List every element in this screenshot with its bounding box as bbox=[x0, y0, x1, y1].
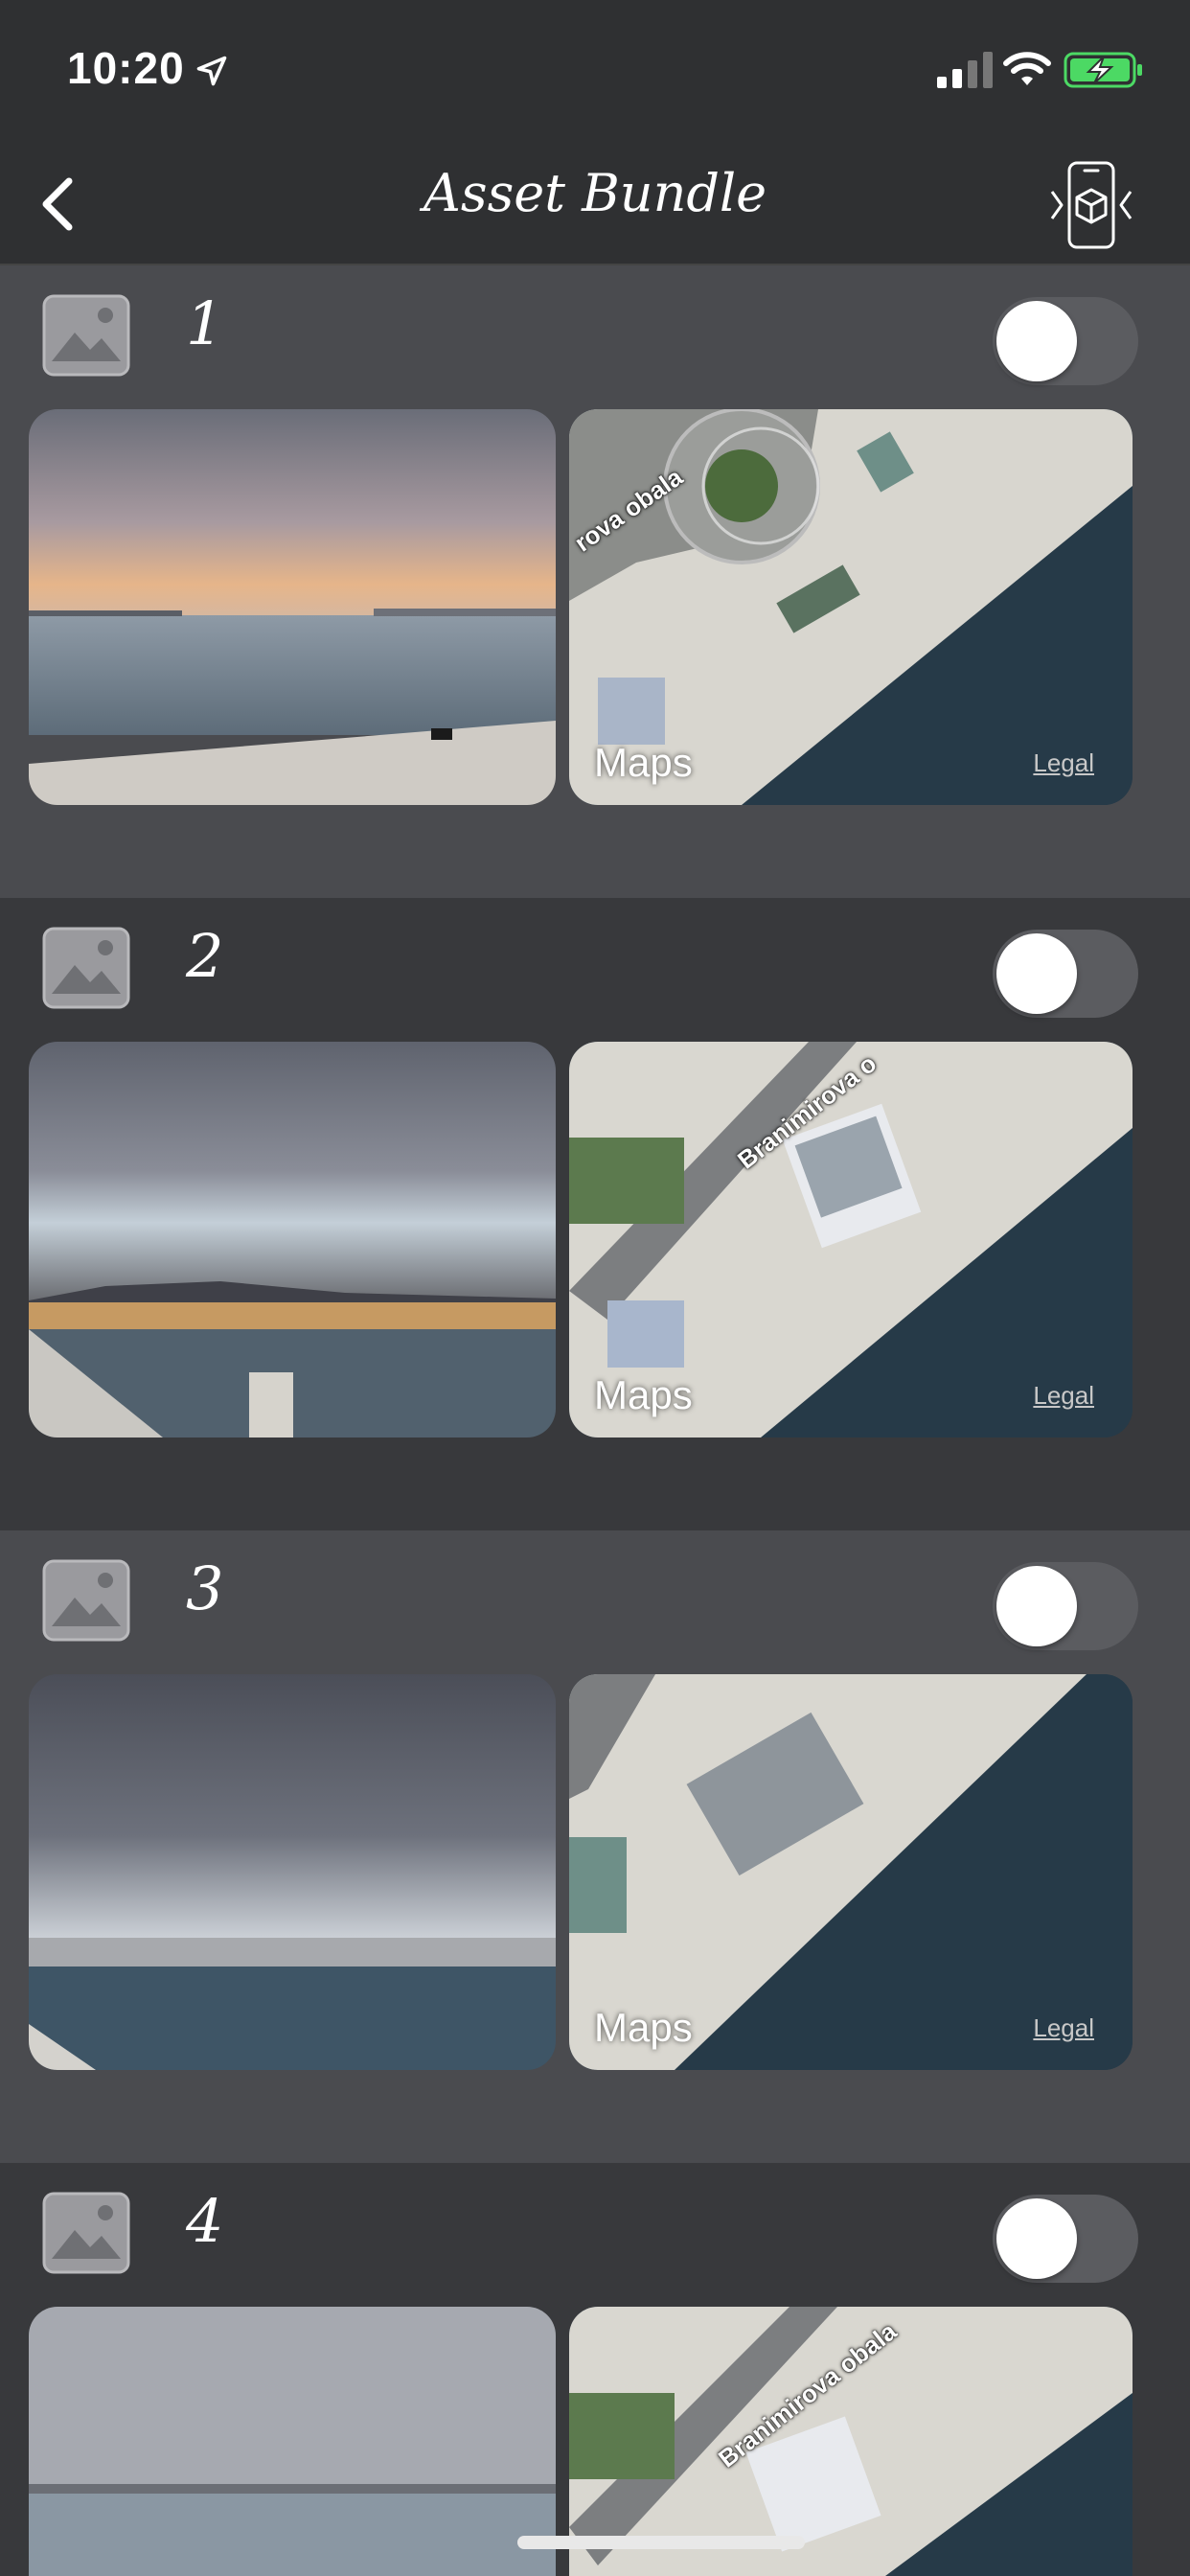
status-bar: 10:20 bbox=[0, 0, 1190, 144]
wifi-icon bbox=[1003, 52, 1051, 85]
sunset-photo-image bbox=[29, 409, 556, 805]
ar-phone-cube-icon[interactable] bbox=[1048, 157, 1134, 253]
maps-brand-text: Maps bbox=[594, 1372, 693, 1417]
asset-photo[interactable] bbox=[29, 1042, 556, 1438]
photo-placeholder-icon bbox=[42, 294, 130, 377]
enable-toggle[interactable] bbox=[993, 297, 1138, 385]
location-map[interactable]: Maps Legal bbox=[569, 1674, 1133, 2070]
cloudy-harbor-photo-image bbox=[29, 1674, 556, 2070]
legal-link[interactable]: Legal bbox=[1033, 748, 1094, 778]
navigation-bar: Asset Bundle bbox=[0, 144, 1190, 265]
maps-brand-text: Maps bbox=[594, 2005, 693, 2050]
overcast-marina-photo-image bbox=[29, 2307, 556, 2576]
skyline-photo-image bbox=[29, 1042, 556, 1438]
enable-toggle[interactable] bbox=[993, 930, 1138, 1018]
legal-link[interactable]: Legal bbox=[1033, 1381, 1094, 1411]
toggle-knob bbox=[996, 933, 1077, 1014]
toggle-knob bbox=[996, 301, 1077, 381]
enable-toggle[interactable] bbox=[993, 1562, 1138, 1650]
asset-photo[interactable] bbox=[29, 1674, 556, 2070]
page-title: Asset Bundle bbox=[423, 163, 767, 223]
asset-item-4: 4 Branimirova obala bbox=[0, 2163, 1190, 2576]
location-arrow-icon bbox=[196, 56, 227, 86]
toggle-knob bbox=[996, 2198, 1077, 2279]
cellular-signal-icon bbox=[937, 52, 993, 88]
item-number: 1 bbox=[186, 288, 224, 358]
item-number: 2 bbox=[186, 921, 224, 991]
toggle-knob bbox=[996, 1566, 1077, 1646]
maps-brand-text: Maps bbox=[594, 740, 693, 785]
photo-placeholder-icon bbox=[42, 2192, 130, 2274]
asset-item-1: 1 rova obala Maps Legal bbox=[0, 265, 1190, 898]
location-map[interactable]: rova obala Maps Legal bbox=[569, 409, 1133, 805]
asset-photo[interactable] bbox=[29, 2307, 556, 2576]
apple-maps-logo: Maps bbox=[594, 2005, 693, 2051]
location-map[interactable]: Branimirova o Maps Legal bbox=[569, 1042, 1133, 1438]
apple-maps-logo: Maps bbox=[594, 1372, 693, 1418]
battery-charging-icon bbox=[1064, 52, 1142, 88]
asset-item-2: 2 Branimirova o Maps Legal bbox=[0, 898, 1190, 1530]
asset-item-3: 3 Maps Legal bbox=[0, 1530, 1190, 2163]
home-indicator[interactable] bbox=[517, 2536, 805, 2549]
asset-photo[interactable] bbox=[29, 409, 556, 805]
enable-toggle[interactable] bbox=[993, 2195, 1138, 2283]
apple-maps-logo: Maps bbox=[594, 740, 693, 786]
item-number: 3 bbox=[186, 1553, 224, 1623]
status-time: 10:20 bbox=[67, 43, 185, 93]
item-number: 4 bbox=[186, 2186, 224, 2256]
photo-placeholder-icon bbox=[42, 927, 130, 1009]
legal-link[interactable]: Legal bbox=[1033, 2013, 1094, 2043]
photo-placeholder-icon bbox=[42, 1559, 130, 1642]
